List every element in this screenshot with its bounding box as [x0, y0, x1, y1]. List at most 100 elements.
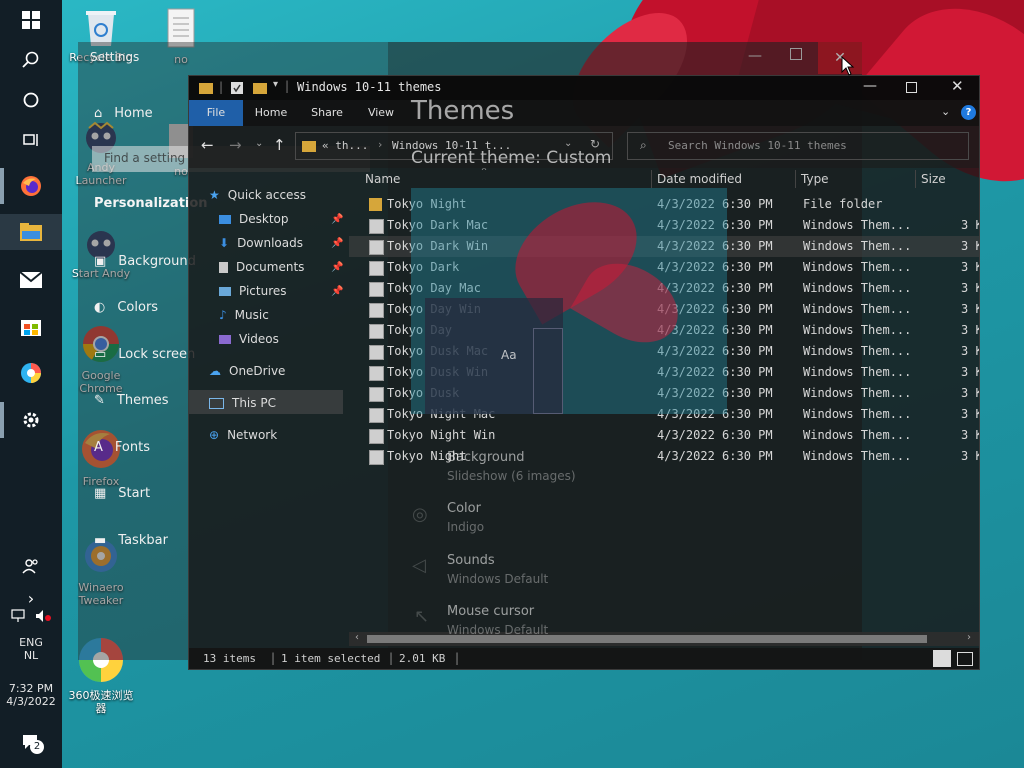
column-header-date[interactable]: Date modified — [657, 168, 742, 190]
new-folder-icon[interactable] — [253, 82, 267, 94]
settings-nav-background[interactable]: ▣ Background — [94, 254, 196, 269]
file-type-cell: Windows Them... — [803, 239, 912, 253]
nav-desktop[interactable]: Desktop — [219, 208, 289, 230]
tray-icons[interactable] — [0, 604, 62, 628]
settings-nav-themes[interactable]: ✎ Themes — [94, 393, 169, 408]
settings-search-placeholder: Find a setting — [104, 151, 186, 165]
column-header-type[interactable]: Type — [801, 168, 829, 190]
nav-label: Downloads — [237, 236, 303, 250]
nav-videos[interactable]: Videos — [219, 328, 279, 350]
browser-taskbar-button[interactable] — [0, 355, 62, 391]
computer-icon — [209, 397, 224, 409]
theme-option-mouse-cursor-title[interactable]: Mouse cursor — [447, 604, 534, 619]
maximize-button[interactable] — [906, 82, 917, 93]
search-icon — [22, 51, 39, 68]
tab-file[interactable]: File — [189, 100, 243, 126]
pin-icon[interactable]: 📌 — [331, 286, 343, 297]
pin-icon[interactable]: 📌 — [331, 238, 343, 249]
column-divider[interactable] — [651, 170, 652, 188]
nav-label: OneDrive — [229, 364, 286, 378]
expand-ribbon-icon[interactable]: ⌄ — [941, 105, 950, 118]
back-arrow-icon[interactable]: ← — [201, 136, 214, 154]
clock[interactable]: 7:32 PM 4/3/2022 — [0, 682, 62, 708]
file-type-cell: Windows Them... — [803, 407, 912, 421]
nav-onedrive[interactable]: ☁ OneDrive — [209, 360, 285, 382]
theme-option-background-title[interactable]: Background — [447, 450, 525, 465]
scroll-right-icon[interactable]: › — [967, 632, 971, 643]
picture-icon: ▣ — [94, 254, 107, 269]
column-divider[interactable] — [915, 170, 916, 188]
file-type-cell: Windows Them... — [803, 386, 912, 400]
settings-taskbar-button[interactable] — [0, 402, 62, 438]
cortana-button[interactable] — [0, 82, 62, 118]
status-item-count: 13 items — [203, 652, 256, 665]
search-box[interactable]: ⌕ Search Windows 10-11 themes — [627, 132, 969, 160]
column-divider[interactable] — [795, 170, 796, 188]
address-segment[interactable]: « th... — [322, 139, 368, 152]
taskbar-icon: ▬ — [94, 533, 107, 548]
horizontal-scrollbar[interactable]: ‹ › — [349, 632, 979, 646]
pin-icon[interactable]: 📌 — [331, 214, 343, 225]
tab-share[interactable]: Share — [299, 100, 355, 126]
settings-nav-taskbar[interactable]: ▬ Taskbar — [94, 533, 168, 548]
column-header-size[interactable]: Size — [921, 168, 946, 190]
nav-downloads[interactable]: ⬇ Downloads — [219, 232, 303, 254]
firefox-taskbar-button[interactable] — [0, 168, 62, 204]
document-icon — [219, 261, 228, 273]
task-view-button[interactable] — [0, 122, 62, 158]
file-date-cell: 4/3/2022 6:30 PM — [657, 428, 773, 442]
tab-view[interactable]: View — [355, 100, 407, 126]
nav-network[interactable]: ⊕ Network — [209, 424, 277, 446]
recent-locations-icon[interactable]: ⌄ — [255, 138, 263, 149]
folder-icon — [369, 198, 382, 211]
theme-option-sounds-title[interactable]: Sounds — [447, 553, 495, 568]
store-taskbar-button[interactable] — [0, 308, 62, 344]
theme-option-color-title[interactable]: Color — [447, 501, 481, 516]
column-header-name[interactable]: Name — [365, 168, 400, 190]
theme-preview[interactable]: Aa — [411, 188, 727, 414]
search-button[interactable] — [0, 42, 62, 78]
theme-file-icon — [369, 366, 384, 381]
language-indicator[interactable]: ENG NL — [0, 636, 62, 662]
nav-documents[interactable]: Documents — [219, 256, 304, 278]
settings-nav-lock-screen[interactable]: ▭ Lock screen — [94, 347, 195, 362]
details-view-button[interactable] — [933, 650, 951, 667]
sound-icon: ◁ — [412, 555, 426, 576]
action-center-button[interactable]: 2 — [0, 724, 62, 760]
mail-taskbar-button[interactable] — [0, 262, 62, 298]
nav-pictures[interactable]: Pictures — [219, 280, 287, 302]
settings-home[interactable]: ⌂ Home — [94, 106, 153, 121]
close-button[interactable]: ✕ — [951, 77, 964, 95]
settings-nav-start[interactable]: ▦ Start — [94, 486, 150, 501]
palette-icon: ◐ — [94, 300, 106, 315]
pin-icon[interactable]: 📌 — [331, 262, 343, 273]
properties-icon[interactable] — [231, 82, 243, 94]
explorer-title-bar: | ▾ | Windows 10-11 themes — ✕ — [189, 76, 979, 100]
file-type-cell: Windows Them... — [803, 365, 912, 379]
file-type-cell: Windows Them... — [803, 281, 912, 295]
tab-home[interactable]: Home — [245, 100, 297, 126]
up-arrow-icon[interactable]: ↑ — [273, 136, 286, 154]
forward-arrow-icon[interactable]: → — [229, 136, 242, 154]
scroll-left-icon[interactable]: ‹ — [355, 632, 359, 643]
video-icon — [219, 334, 231, 344]
minimize-button[interactable]: — — [863, 78, 877, 94]
start-button[interactable] — [0, 2, 62, 38]
table-row[interactable]: Tokyo Night 4/3/2022 6:30 PM Windows Them.… — [349, 446, 979, 467]
settings-nav-fonts[interactable]: A Fonts — [94, 440, 150, 455]
help-icon[interactable]: ? — [961, 105, 976, 120]
people-button[interactable] — [0, 548, 62, 584]
qat-dropdown-icon[interactable]: ▾ — [273, 79, 278, 90]
settings-nav-label: Lock screen — [118, 347, 196, 362]
nav-this-pc[interactable]: This PC — [209, 392, 276, 414]
file-explorer-taskbar-button[interactable] — [0, 214, 62, 250]
settings-nav-colors[interactable]: ◐ Colors — [94, 300, 158, 315]
status-bar: 13 items | 1 item selected | 2.01 KB | — [189, 648, 979, 669]
file-size-cell: 3 K — [961, 239, 979, 253]
nav-music[interactable]: ♪ Music — [219, 304, 269, 326]
table-row[interactable]: Tokyo Night Win 4/3/2022 6:30 PM Windows T… — [349, 425, 979, 446]
large-icons-view-button[interactable] — [957, 652, 973, 666]
nav-quick-access[interactable]: ★ Quick access — [209, 184, 306, 206]
cloud-icon: ☁ — [209, 364, 221, 378]
pictures-icon — [219, 286, 231, 296]
